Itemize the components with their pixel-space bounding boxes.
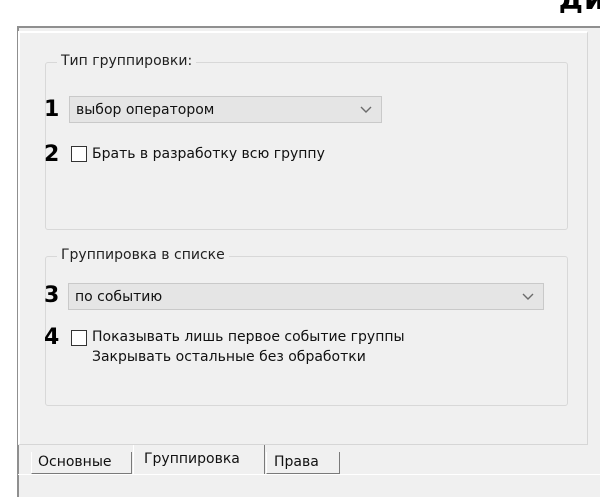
take-whole-group-checkbox[interactable] xyxy=(71,146,87,162)
chevron-down-icon xyxy=(522,293,534,300)
callout-number-4: 4 xyxy=(44,325,60,350)
list-grouping-legend: Группировка в списке xyxy=(57,246,229,264)
group-type-legend: Тип группировки: xyxy=(57,52,197,70)
tab-rights[interactable]: Права xyxy=(266,452,340,474)
tab-rights-label: Права xyxy=(274,454,319,470)
callout-number-2: 2 xyxy=(44,142,60,167)
show-first-event-checkbox[interactable] xyxy=(71,330,87,346)
cropped-heading-text: ди xyxy=(559,0,600,17)
group-type-select[interactable]: выбор оператором xyxy=(69,96,382,123)
list-grouping-select-value: по событию xyxy=(75,289,163,305)
list-grouping-select[interactable]: по событию xyxy=(68,283,544,310)
callout-number-1: 1 xyxy=(44,97,60,122)
show-first-event-label-line2: Закрывать остальные без обработки xyxy=(92,349,366,365)
chevron-down-icon xyxy=(360,106,372,113)
take-whole-group-label: Брать в разработку всю группу xyxy=(92,146,325,162)
tab-basic-label: Основные xyxy=(38,454,112,470)
tab-basic[interactable]: Основные xyxy=(31,452,132,474)
callout-number-3: 3 xyxy=(44,283,60,308)
tab-grouping[interactable]: Группировка xyxy=(133,445,265,474)
show-first-event-label-line1: Показывать лишь первое событие группы xyxy=(92,329,405,345)
top-strip: ди xyxy=(0,0,600,26)
group-type-select-value: выбор оператором xyxy=(76,102,215,118)
tabs-baseline xyxy=(18,474,600,475)
tab-grouping-label: Группировка xyxy=(144,451,240,467)
